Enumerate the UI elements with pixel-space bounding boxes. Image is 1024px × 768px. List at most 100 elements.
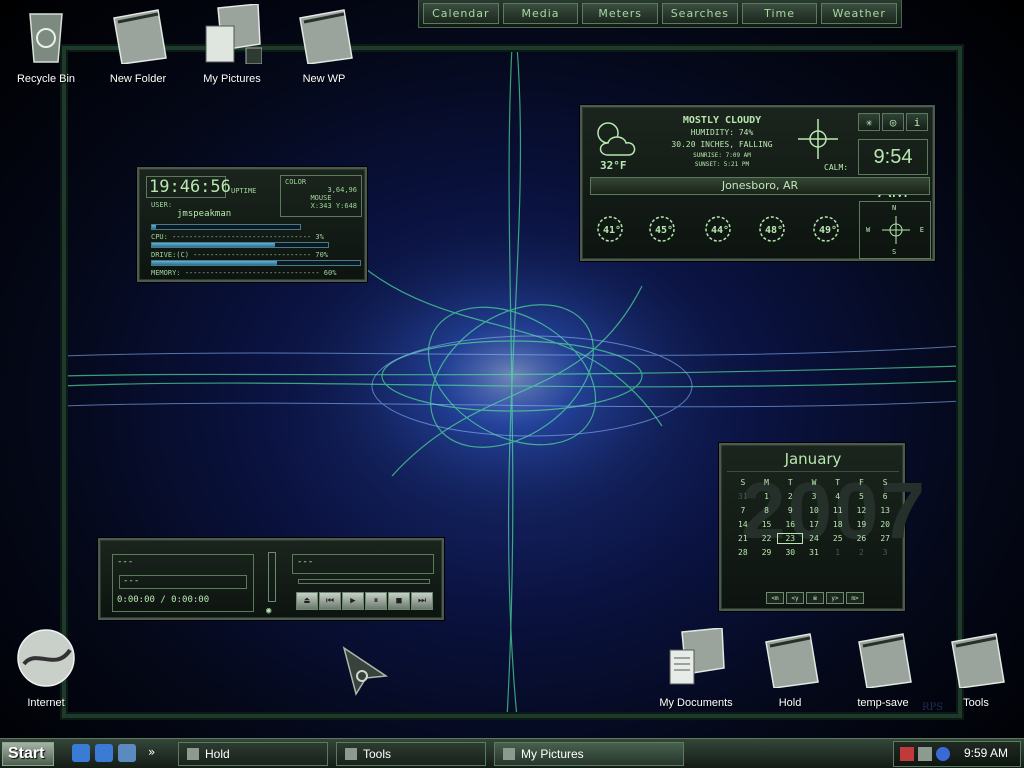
calendar-day[interactable]: 9 <box>778 506 802 515</box>
next-month-button[interactable]: m> <box>846 592 864 604</box>
system-monitor-widget: 19:46:56 UPTIME USER: jmspeakman COLOR 3… <box>137 167 367 282</box>
desktop-icon-recycle-bin[interactable]: Recycle Bin <box>6 4 86 85</box>
taskbar-button-tools[interactable]: Tools <box>336 742 486 766</box>
today-button[interactable]: ※ <box>806 592 824 604</box>
compass-north: N <box>892 204 897 212</box>
calendar-day[interactable]: 27 <box>873 534 897 543</box>
previous-button[interactable]: ⏮ <box>319 592 341 610</box>
calendar-day[interactable]: 21 <box>731 534 755 543</box>
calendar-day[interactable]: 31 <box>802 548 826 557</box>
desktop-icon-my-documents[interactable]: My Documents <box>656 627 736 709</box>
playlist-box: --- <box>292 554 434 574</box>
wind-text: CALM: <box>824 163 849 172</box>
prev-month-button[interactable]: <m <box>766 592 784 604</box>
taskbar-clock[interactable]: 9:59 AM <box>964 746 1008 760</box>
desktop-icon-temp-save[interactable]: temp-save <box>843 628 923 709</box>
wallpaper-signature: RPS <box>922 702 944 713</box>
network-icon[interactable] <box>900 747 914 761</box>
start-button[interactable]: Start <box>2 742 54 766</box>
calendar-day[interactable]: 3 <box>802 492 826 501</box>
tab-weather[interactable]: Weather <box>821 3 898 24</box>
weekday-header: S <box>882 478 888 487</box>
calendar-day[interactable]: 10 <box>802 506 826 515</box>
desktop-icon-new-folder[interactable]: New Folder <box>98 4 178 85</box>
humidity-text: HUMIDITY: 74% <box>690 128 754 137</box>
calendar-day[interactable]: 11 <box>826 506 850 515</box>
calendar-day[interactable]: 19 <box>850 520 874 529</box>
calendar-day[interactable]: 20 <box>873 520 897 529</box>
pressure-text: 30.20 INCHES, FALLING <box>671 140 773 149</box>
desktop-icon-hold[interactable]: Hold <box>750 628 830 709</box>
calendar-day[interactable]: 14 <box>731 520 755 529</box>
calendar-day[interactable]: 5 <box>850 492 874 501</box>
tab-media[interactable]: Media <box>502 3 579 24</box>
calendar-day-today[interactable]: 23 <box>777 533 804 544</box>
bluetooth-icon[interactable] <box>936 747 950 761</box>
tab-calendar[interactable]: Calendar <box>423 3 499 24</box>
calendar-month: January <box>727 450 899 472</box>
info-icon[interactable]: i <box>906 113 928 131</box>
tab-time[interactable]: Time <box>741 3 818 24</box>
desktop-icon-label: New WP <box>302 73 346 85</box>
desktop-icon-new-wp[interactable]: New WP <box>284 4 364 85</box>
eject-button[interactable]: ⏏ <box>296 592 318 610</box>
calendar-day[interactable]: 3 <box>873 548 897 557</box>
desktop-icon-label: Internet <box>27 697 65 709</box>
stop-button[interactable]: ■ <box>388 592 410 610</box>
taskbar-button-hold[interactable]: Hold <box>178 742 328 766</box>
next-button[interactable]: ⏭ <box>411 592 433 610</box>
prev-year-button[interactable]: <y <box>786 592 804 604</box>
calendar-day[interactable]: 13 <box>873 506 897 515</box>
track-info-box: --- --- 0:00:00 / 0:00:00 <box>112 554 254 612</box>
calendar-day[interactable]: 2 <box>778 492 802 501</box>
mouse-cursor-icon <box>342 646 388 696</box>
calendar-day[interactable]: 1 <box>755 492 779 501</box>
calendar-day[interactable]: 16 <box>778 520 802 529</box>
calendar-day[interactable]: 22 <box>755 534 779 543</box>
calendar-day[interactable]: 15 <box>755 520 779 529</box>
color-label: COLOR <box>285 178 307 186</box>
email-icon[interactable] <box>118 744 136 762</box>
calendar-day[interactable]: 8 <box>755 506 779 515</box>
pause-button[interactable]: ⏸ <box>365 592 387 610</box>
weather-location[interactable]: Jonesboro, AR <box>590 177 930 195</box>
uptime-label: UPTIME <box>231 187 257 195</box>
play-button[interactable]: ▶ <box>342 592 364 610</box>
calendar-day[interactable]: 30 <box>778 548 802 557</box>
seek-bar[interactable] <box>298 579 430 584</box>
calendar-day[interactable]: 25 <box>826 534 850 543</box>
globe-icon[interactable]: ◎ <box>882 113 904 131</box>
calendar-day[interactable]: 12 <box>850 506 874 515</box>
memory-bar <box>151 260 361 266</box>
settings-icon[interactable]: ✳ <box>858 113 880 131</box>
volume-slider[interactable] <box>268 552 276 602</box>
taskbar-button-label: Tools <box>363 747 392 761</box>
calendar-day[interactable]: 18 <box>826 520 850 529</box>
chevron-right-icon[interactable]: » <box>148 745 155 759</box>
calendar-day[interactable]: 28 <box>731 548 755 557</box>
tab-searches[interactable]: Searches <box>662 3 738 24</box>
calendar-day[interactable]: 2 <box>850 548 874 557</box>
desktop-icon-label: New Folder <box>109 73 167 85</box>
calendar-day[interactable]: 7 <box>731 506 755 515</box>
calendar-day[interactable]: 17 <box>802 520 826 529</box>
calendar-day[interactable]: 1 <box>826 548 850 557</box>
calendar-day[interactable]: 24 <box>802 534 826 543</box>
mouse-label: MOUSE <box>310 194 332 202</box>
taskbar-button-my-pictures[interactable]: My Pictures <box>494 742 684 766</box>
calendar-day[interactable]: 4 <box>826 492 850 501</box>
calendar-day[interactable]: 6 <box>873 492 897 501</box>
calendar-day[interactable]: 26 <box>850 534 874 543</box>
desktop-icon-my-pictures[interactable]: My Pictures <box>192 3 272 85</box>
desktop-icon-internet[interactable]: Internet <box>6 628 86 709</box>
calendar-day[interactable]: 31 <box>731 492 755 501</box>
internet-explorer-icon[interactable] <box>72 744 90 762</box>
display-icon[interactable] <box>918 747 932 761</box>
next-year-button[interactable]: y> <box>826 592 844 604</box>
calendar-day[interactable]: 29 <box>755 548 779 557</box>
track-title: --- <box>117 557 134 567</box>
tab-meters[interactable]: Meters <box>582 3 659 24</box>
desktop-icon-tools[interactable]: Tools <box>936 628 1016 709</box>
forecast-day-1: 41° <box>590 211 634 242</box>
browser-icon[interactable] <box>95 744 113 762</box>
